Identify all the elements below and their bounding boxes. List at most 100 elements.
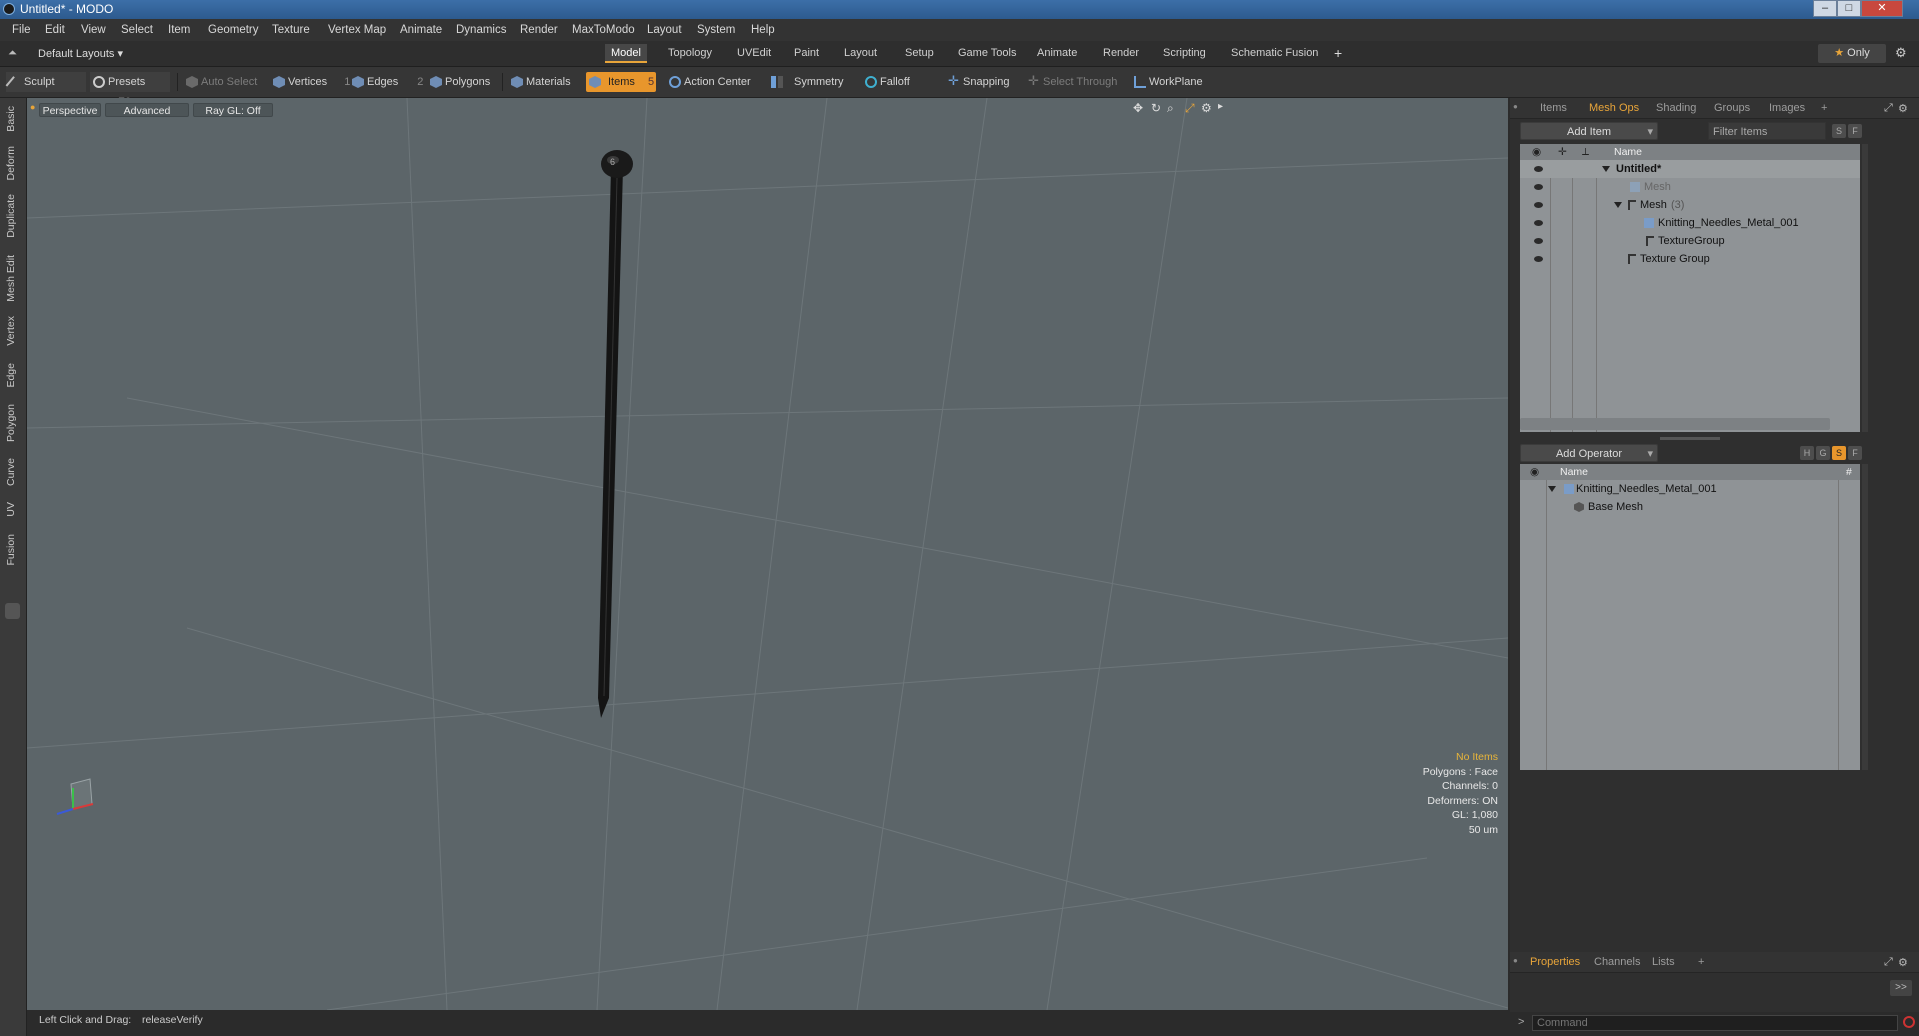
tab-render[interactable]: Render bbox=[1097, 44, 1145, 63]
workplane-button[interactable]: WorkPlane bbox=[1131, 72, 1203, 92]
vtab-polygon[interactable]: Polygon bbox=[5, 404, 17, 442]
vtab-mesh-edit[interactable]: Mesh Edit bbox=[5, 255, 17, 302]
tab-scripting[interactable]: Scripting bbox=[1157, 44, 1212, 63]
vtab-uv[interactable]: UV bbox=[5, 502, 17, 517]
tab-channels[interactable]: Channels bbox=[1594, 956, 1640, 968]
tab-items[interactable]: Items bbox=[1540, 102, 1567, 114]
select-through-button[interactable]: ✛ Select Through bbox=[1025, 72, 1117, 92]
falloff-button[interactable]: Falloff bbox=[862, 72, 910, 92]
symmetry-button[interactable]: Symmetry bbox=[768, 72, 844, 92]
maximize-button[interactable]: □ bbox=[1837, 0, 1861, 17]
tab-layout[interactable]: Layout bbox=[838, 44, 883, 63]
item-list-h-scrollbar[interactable] bbox=[1520, 418, 1830, 430]
menu-maxtomodo[interactable]: MaxToModo bbox=[572, 24, 635, 36]
tab-lists[interactable]: Lists bbox=[1652, 956, 1675, 968]
item-list[interactable]: ◉ ✛ ⟂ Name Untitled* Mesh Mesh (3) Knitt… bbox=[1520, 144, 1860, 432]
edges-button[interactable]: Edges 2 bbox=[349, 72, 423, 92]
operator-row-knitting-needles[interactable]: Knitting_Needles_Metal_001 bbox=[1520, 480, 1860, 498]
only-toggle[interactable]: ★ Only bbox=[1818, 44, 1886, 63]
raygl-toggle[interactable]: Ray GL: Off bbox=[193, 103, 273, 117]
expand-arrow-icon[interactable] bbox=[1614, 196, 1622, 214]
close-button[interactable]: ✕ bbox=[1861, 0, 1903, 17]
filter-f-button[interactable]: F bbox=[1848, 124, 1862, 138]
eye-icon[interactable] bbox=[1534, 202, 1543, 208]
tab-topology[interactable]: Topology bbox=[662, 44, 718, 63]
menu-animate[interactable]: Animate bbox=[400, 24, 442, 36]
panel-settings-icon[interactable]: ⚙ bbox=[1898, 102, 1908, 115]
settings-gear-icon[interactable]: ⚙ bbox=[1895, 45, 1907, 61]
viewport-settings-icon[interactable]: ⚙ bbox=[1201, 101, 1212, 115]
polygons-button[interactable]: Polygons bbox=[427, 72, 490, 92]
tree-row-mesh-group[interactable]: Mesh (3) bbox=[1520, 196, 1860, 214]
tab-game-tools[interactable]: Game Tools bbox=[952, 44, 1023, 63]
view-mode-perspective[interactable]: Perspective bbox=[39, 103, 101, 117]
tab-mesh-ops[interactable]: Mesh Ops bbox=[1589, 102, 1639, 114]
sculpt-button[interactable]: Sculpt bbox=[5, 72, 86, 92]
tab-images[interactable]: Images bbox=[1769, 102, 1805, 114]
layout-up-icon[interactable]: ⏶ bbox=[8, 47, 17, 60]
tree-row-knitting-needles[interactable]: Knitting_Needles_Metal_001 bbox=[1520, 214, 1860, 232]
tab-shading[interactable]: Shading bbox=[1656, 102, 1696, 114]
3d-viewport[interactable]: 6 ● Perspective Advanced Ray GL: Off ✥ ↻… bbox=[27, 98, 1508, 1010]
menu-edit[interactable]: Edit bbox=[45, 24, 65, 36]
menu-help[interactable]: Help bbox=[751, 24, 775, 36]
rotate-icon[interactable]: ↻ bbox=[1151, 101, 1161, 115]
add-item-dropdown[interactable]: Add Item ▾ bbox=[1520, 122, 1658, 140]
items-button[interactable]: Items 5 bbox=[586, 72, 656, 92]
filter-items-input[interactable]: Filter Items bbox=[1708, 122, 1826, 140]
add-tab-icon[interactable]: + bbox=[1334, 45, 1342, 61]
maximize-viewport-icon[interactable]: ⤢ bbox=[1185, 101, 1195, 116]
eye-icon[interactable] bbox=[1534, 238, 1543, 244]
panel-splitter-handle[interactable] bbox=[1660, 437, 1720, 440]
command-history-icon[interactable] bbox=[1903, 1016, 1915, 1028]
vtab-curve[interactable]: Curve bbox=[5, 458, 17, 486]
expand-arrow-icon[interactable] bbox=[1548, 480, 1556, 498]
presets-button[interactable]: Presets F6 bbox=[90, 72, 170, 108]
layout-selector[interactable]: Default Layouts ▾ bbox=[38, 47, 123, 60]
menu-select[interactable]: Select bbox=[121, 24, 153, 36]
add-panel-tab-icon[interactable]: + bbox=[1698, 956, 1704, 968]
vtab-edge[interactable]: Edge bbox=[5, 363, 17, 388]
expand-arrow-icon[interactable] bbox=[1602, 160, 1610, 178]
pan-icon[interactable]: ✥ bbox=[1133, 101, 1143, 115]
tab-groups[interactable]: Groups bbox=[1714, 102, 1750, 114]
vertices-button[interactable]: Vertices 1 bbox=[270, 72, 350, 92]
operator-s-button[interactable]: S bbox=[1832, 446, 1846, 460]
add-panel-tab-icon[interactable]: + bbox=[1821, 102, 1827, 114]
vtab-vertex[interactable]: Vertex bbox=[5, 316, 17, 346]
tree-row-texture-group[interactable]: Texture Group bbox=[1520, 250, 1860, 268]
tree-row-scene[interactable]: Untitled* bbox=[1520, 160, 1860, 178]
menu-view[interactable]: View bbox=[81, 24, 106, 36]
menu-dynamics[interactable]: Dynamics bbox=[456, 24, 506, 36]
operator-list[interactable]: ◉ Name # Knitting_Needles_Metal_001 Base… bbox=[1520, 464, 1860, 770]
tree-row-texturegroup[interactable]: TextureGroup bbox=[1520, 232, 1860, 250]
operator-row-base-mesh[interactable]: Base Mesh bbox=[1520, 498, 1860, 516]
viewport-more-icon[interactable]: ▸ bbox=[1218, 101, 1223, 112]
vtab-deform[interactable]: Deform bbox=[5, 146, 17, 180]
panel-settings-icon[interactable]: ⚙ bbox=[1898, 956, 1908, 969]
operator-list-v-scrollbar[interactable] bbox=[1862, 464, 1868, 770]
tab-setup[interactable]: Setup bbox=[899, 44, 940, 63]
tab-uvedit[interactable]: UVEdit bbox=[731, 44, 777, 63]
operator-f-button[interactable]: F bbox=[1848, 446, 1862, 460]
vtab-duplicate[interactable]: Duplicate bbox=[5, 194, 17, 238]
vtab-fusion[interactable]: Fusion bbox=[5, 534, 17, 566]
materials-button[interactable]: Materials bbox=[508, 72, 571, 92]
eye-icon[interactable] bbox=[1534, 166, 1543, 172]
tab-animate[interactable]: Animate bbox=[1031, 44, 1083, 63]
tab-paint[interactable]: Paint bbox=[788, 44, 825, 63]
panel-expand-icon[interactable]: ⤢ bbox=[1884, 956, 1893, 969]
menu-render[interactable]: Render bbox=[520, 24, 558, 36]
menu-layout[interactable]: Layout bbox=[647, 24, 682, 36]
eye-icon[interactable] bbox=[1534, 184, 1543, 190]
menu-item[interactable]: Item bbox=[168, 24, 190, 36]
menu-system[interactable]: System bbox=[697, 24, 735, 36]
knitting-needle-mesh[interactable]: 6 bbox=[598, 150, 633, 718]
view-style-advanced[interactable]: Advanced bbox=[105, 103, 189, 117]
expand-properties-button[interactable]: >> bbox=[1890, 980, 1912, 996]
action-center-button[interactable]: Action Center bbox=[666, 72, 751, 92]
tab-schematic-fusion[interactable]: Schematic Fusion bbox=[1225, 44, 1324, 63]
tab-model[interactable]: Model bbox=[605, 44, 647, 63]
tab-properties[interactable]: Properties bbox=[1530, 956, 1580, 968]
eye-icon[interactable] bbox=[1534, 256, 1543, 262]
